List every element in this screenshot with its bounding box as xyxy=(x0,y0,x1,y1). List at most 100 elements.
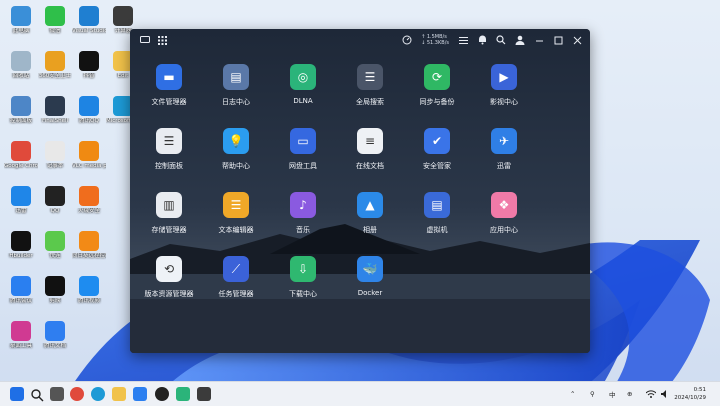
app-launcher-item[interactable]: ≡ 在线文档 xyxy=(340,128,400,171)
app-launcher-item[interactable]: ⇩ 下载中心 xyxy=(273,256,333,299)
desktop-icon[interactable]: QQ xyxy=(38,186,72,215)
edge-taskbar-icon[interactable] xyxy=(91,387,105,401)
desktop-icon[interactable]: 控制面板 xyxy=(4,96,38,125)
app-label: 同步与备份 xyxy=(419,98,455,106)
tray-chevron-icon[interactable]: ⌃ xyxy=(570,382,575,406)
tray-app-icon[interactable]: ⚲ xyxy=(590,382,595,406)
task-view-icon[interactable] xyxy=(50,387,64,401)
desktop-icon[interactable]: 向日葵远程控制 xyxy=(72,231,106,260)
desktop-icon[interactable]: 腾讯QQ xyxy=(72,96,106,125)
app-icon: 💡 xyxy=(223,128,249,154)
desktop-icon[interactable]: Hbuilder xyxy=(4,231,38,260)
desktop-icon[interactable]: VLC media player xyxy=(72,141,106,170)
desktop-icon[interactable]: 桌面工具 xyxy=(4,321,38,350)
app-launcher-item[interactable]: ◎ DLNA xyxy=(273,64,333,105)
desktop-icon-image xyxy=(45,186,65,206)
app-launcher-item[interactable]: ☰ 全局搜索 xyxy=(340,64,400,107)
desktop-icon-image xyxy=(45,141,65,161)
app-launcher-item[interactable]: ▶ 影视中心 xyxy=(474,64,534,107)
app-icon: ⟳ xyxy=(424,64,450,90)
search-icon[interactable] xyxy=(496,35,506,45)
app-glyph-icon: ▤ xyxy=(230,70,242,84)
desktop-icon-image xyxy=(45,321,65,341)
sliders-icon[interactable] xyxy=(458,35,468,45)
desktop-icon[interactable]: 快连 xyxy=(38,231,72,260)
desktop-icon[interactable]: 腾讯文档 xyxy=(38,321,72,350)
app-glyph-icon: ⇩ xyxy=(297,262,309,276)
desktop-icon[interactable]: 微信 xyxy=(38,6,72,35)
nas-window[interactable]: ↑ 1.5MB/s ↓ 51.3KB/s ▬ 文件管理器 ▤ 日志中心 ◎ DL… xyxy=(130,29,590,353)
app-launcher-item[interactable]: ✔ 安全管家 xyxy=(407,128,467,171)
desktop-icon[interactable]: 此电脑 xyxy=(4,6,38,35)
desktop-icon[interactable]: 腾讯会议 xyxy=(4,276,38,305)
desktop-icon[interactable]: Visual Studio Code xyxy=(72,6,106,35)
app-launcher-item[interactable]: ☰ 控制面板 xyxy=(139,128,199,171)
app-grid-icon[interactable] xyxy=(157,35,167,45)
maximize-icon[interactable] xyxy=(553,35,563,45)
app-launcher-item[interactable]: ⟲ 版本资源管理器 xyxy=(139,256,199,299)
desktop-icon[interactable]: 迅雷 xyxy=(4,186,38,215)
app-icon: ♪ xyxy=(290,192,316,218)
app-label: 音乐 xyxy=(296,226,310,234)
volume-icon[interactable] xyxy=(661,382,670,406)
app-launcher-item[interactable]: ▥ 存储管理器 xyxy=(139,192,199,235)
app-launcher-item[interactable]: 🐳 Docker xyxy=(340,256,400,297)
bell-icon[interactable] xyxy=(477,35,487,45)
desktop-view-icon[interactable] xyxy=(140,35,150,45)
desktop-icon-image xyxy=(11,96,31,116)
speedometer-icon[interactable] xyxy=(402,35,412,45)
app-icon: ▲ xyxy=(357,192,383,218)
nas-taskbar-icon[interactable] xyxy=(176,387,190,401)
app-launcher-item[interactable]: ☰ 文本编辑器 xyxy=(206,192,266,235)
app-launcher-item[interactable]: ▬ 文件管理器 xyxy=(139,64,199,107)
desktop-icon[interactable]: 360安全卫士 xyxy=(38,51,72,80)
app-icon: ◎ xyxy=(290,64,316,90)
terminal-taskbar-icon[interactable] xyxy=(197,387,211,401)
app-launcher-item[interactable]: ♪ 音乐 xyxy=(273,192,333,235)
app-glyph-icon: 🐳 xyxy=(362,262,378,276)
store-taskbar-icon[interactable] xyxy=(133,387,147,401)
app-launcher-item[interactable]: ✈ 迅雷 xyxy=(474,128,534,171)
app-taskbar-icon[interactable] xyxy=(155,387,169,401)
app-launcher-item[interactable]: ⟳ 同步与备份 xyxy=(407,64,467,107)
file-explorer-taskbar-icon[interactable] xyxy=(112,387,126,401)
language-indicator[interactable]: 中 xyxy=(609,382,616,406)
ime-indicator[interactable]: ⊕ xyxy=(627,382,632,406)
app-launcher-item[interactable]: ▤ 虚拟机 xyxy=(407,192,467,235)
app-icon: ▬ xyxy=(156,64,182,90)
desktop-icon[interactable]: 回收站 xyxy=(4,51,38,80)
desktop-icon[interactable]: 剪映 xyxy=(38,276,72,305)
app-launcher-item[interactable]: ⟋ 任务管理器 xyxy=(206,256,266,299)
desktop-icon-image xyxy=(45,276,65,296)
app-icon: ⇩ xyxy=(290,256,316,282)
wifi-icon[interactable] xyxy=(646,382,656,406)
desktop-icon-label: Hbuilder xyxy=(9,253,33,259)
desktop-icon-image xyxy=(11,231,31,251)
app-launcher-item[interactable]: ❖ 应用中心 xyxy=(474,192,534,235)
desktop-icon[interactable]: 腾讯视频 xyxy=(72,276,106,305)
start-button[interactable] xyxy=(10,387,24,401)
app-launcher-item[interactable]: ▲ 相册 xyxy=(340,192,400,235)
app-launcher-item[interactable]: ▤ 日志中心 xyxy=(206,64,266,107)
app-launcher-item[interactable]: 💡 帮助中心 xyxy=(206,128,266,171)
desktop-icon-image xyxy=(11,186,31,206)
desktop-icon-label: Visual Studio Code xyxy=(72,28,106,34)
app-icon: ▶ xyxy=(491,64,517,90)
desktop-icon[interactable]: FinalShell xyxy=(38,96,72,125)
chrome-taskbar-icon[interactable] xyxy=(70,387,84,401)
app-glyph-icon: ▬ xyxy=(163,70,175,84)
app-icon: ▥ xyxy=(156,192,182,218)
app-icon: ▭ xyxy=(290,128,316,154)
app-launcher-item[interactable]: ▭ 网盘工具 xyxy=(273,128,333,171)
taskbar-clock[interactable]: 0:51 2024/10/29 xyxy=(674,386,706,402)
desktop-icon[interactable]: 记事本 xyxy=(38,141,72,170)
taskbar-search-icon[interactable] xyxy=(30,387,44,402)
desktop-icon[interactable]: 抖音 xyxy=(72,51,106,80)
minimize-icon[interactable] xyxy=(534,35,544,45)
user-icon[interactable] xyxy=(515,35,525,45)
desktop-icon[interactable]: Google Chrome xyxy=(4,141,38,170)
desktop-icon-label: 360安全卫士 xyxy=(38,73,72,79)
desktop-icon[interactable]: 火绒安全 xyxy=(72,186,106,215)
clock-date: 2024/10/29 xyxy=(674,395,706,401)
close-icon[interactable] xyxy=(572,35,582,45)
